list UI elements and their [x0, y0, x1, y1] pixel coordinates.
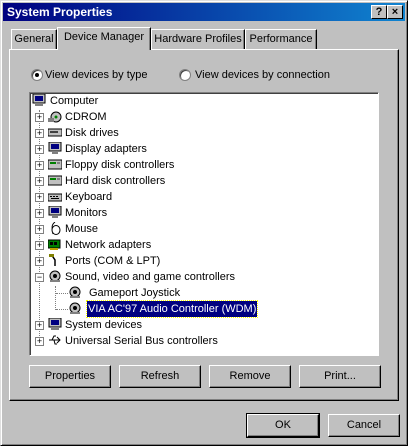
- hard-disk-controller-icon: [48, 175, 62, 186]
- cdrom-icon: [48, 111, 62, 123]
- tab-device-manager[interactable]: Device Manager: [57, 27, 151, 50]
- computer-icon: [32, 94, 46, 106]
- expand-toggle[interactable]: +: [35, 337, 44, 346]
- tree-label: Floppy disk controllers: [65, 159, 175, 171]
- audio-controller-icon: [69, 302, 81, 314]
- title-bar[interactable]: System Properties ? ×: [3, 3, 405, 21]
- properties-button[interactable]: Properties: [29, 365, 111, 388]
- radio-view-by-type-label[interactable]: View devices by type: [45, 68, 148, 82]
- tree-label: Mouse: [65, 223, 99, 235]
- window-title: System Properties: [7, 5, 113, 19]
- monitor-icon: [48, 206, 62, 218]
- monitor-icon: [48, 142, 62, 154]
- floppy-controller-icon: [48, 159, 62, 170]
- port-icon: [49, 254, 56, 266]
- expand-toggle[interactable]: +: [35, 241, 44, 250]
- radio-view-by-type[interactable]: [31, 69, 43, 81]
- tab-performance[interactable]: Performance: [245, 29, 317, 49]
- tree-label: Hard disk controllers: [65, 175, 166, 187]
- tree-label: Ports (COM & LPT): [65, 255, 161, 267]
- expand-toggle[interactable]: +: [35, 321, 44, 330]
- print-button[interactable]: Print...: [299, 365, 381, 388]
- network-adapter-icon: [48, 239, 61, 250]
- expand-toggle[interactable]: +: [35, 257, 44, 266]
- tree-label: Universal Serial Bus controllers: [65, 335, 218, 347]
- help-button[interactable]: ?: [371, 5, 387, 19]
- tree-label: Computer: [50, 95, 99, 107]
- expand-toggle[interactable]: +: [35, 225, 44, 234]
- usb-icon: [49, 335, 61, 345]
- tree-label: Sound, video and game controllers: [65, 271, 235, 283]
- tab-general[interactable]: General: [11, 29, 57, 49]
- device-tree[interactable]: Computer + CDROM + Disk drives + Display…: [29, 92, 379, 356]
- system-devices-icon: [48, 318, 62, 330]
- expand-toggle[interactable]: +: [35, 113, 44, 122]
- tree-label: Keyboard: [65, 191, 113, 203]
- expand-toggle[interactable]: +: [35, 145, 44, 154]
- tree-label: Gameport Joystick: [89, 287, 181, 299]
- radio-view-by-connection[interactable]: [179, 69, 191, 81]
- tree-connector: [56, 293, 68, 294]
- tree-connector: [55, 286, 56, 310]
- ok-button[interactable]: OK: [246, 413, 320, 438]
- tree-label: Monitors: [65, 207, 108, 219]
- tree-label: Disk drives: [65, 127, 119, 139]
- sound-icon: [49, 270, 61, 282]
- cancel-button[interactable]: Cancel: [328, 414, 400, 437]
- joystick-icon: [69, 286, 81, 298]
- tree-label: Network adapters: [65, 239, 152, 251]
- expand-toggle[interactable]: +: [35, 177, 44, 186]
- expand-toggle[interactable]: +: [35, 161, 44, 170]
- expand-toggle[interactable]: +: [35, 193, 44, 202]
- remove-button[interactable]: Remove: [209, 365, 291, 388]
- radio-view-by-connection-label[interactable]: View devices by connection: [195, 68, 330, 82]
- disk-drive-icon: [48, 128, 62, 137]
- tab-hardware-profiles[interactable]: Hardware Profiles: [151, 29, 245, 49]
- system-properties-window: System Properties ? × General Device Man…: [0, 0, 408, 446]
- refresh-button[interactable]: Refresh: [119, 365, 201, 388]
- tree-label: System devices: [65, 319, 143, 331]
- expand-toggle[interactable]: +: [35, 209, 44, 218]
- keyboard-icon: [48, 193, 62, 202]
- tree-label: CDROM: [65, 111, 107, 123]
- tree-connector: [56, 309, 68, 310]
- collapse-toggle[interactable]: −: [35, 273, 44, 282]
- mouse-icon: [51, 222, 61, 235]
- tree-label: Display adapters: [65, 143, 147, 155]
- expand-toggle[interactable]: +: [35, 129, 44, 138]
- close-button[interactable]: ×: [387, 5, 403, 19]
- tree-label-selected: VIA AC'97 Audio Controller (WDM): [85, 300, 259, 318]
